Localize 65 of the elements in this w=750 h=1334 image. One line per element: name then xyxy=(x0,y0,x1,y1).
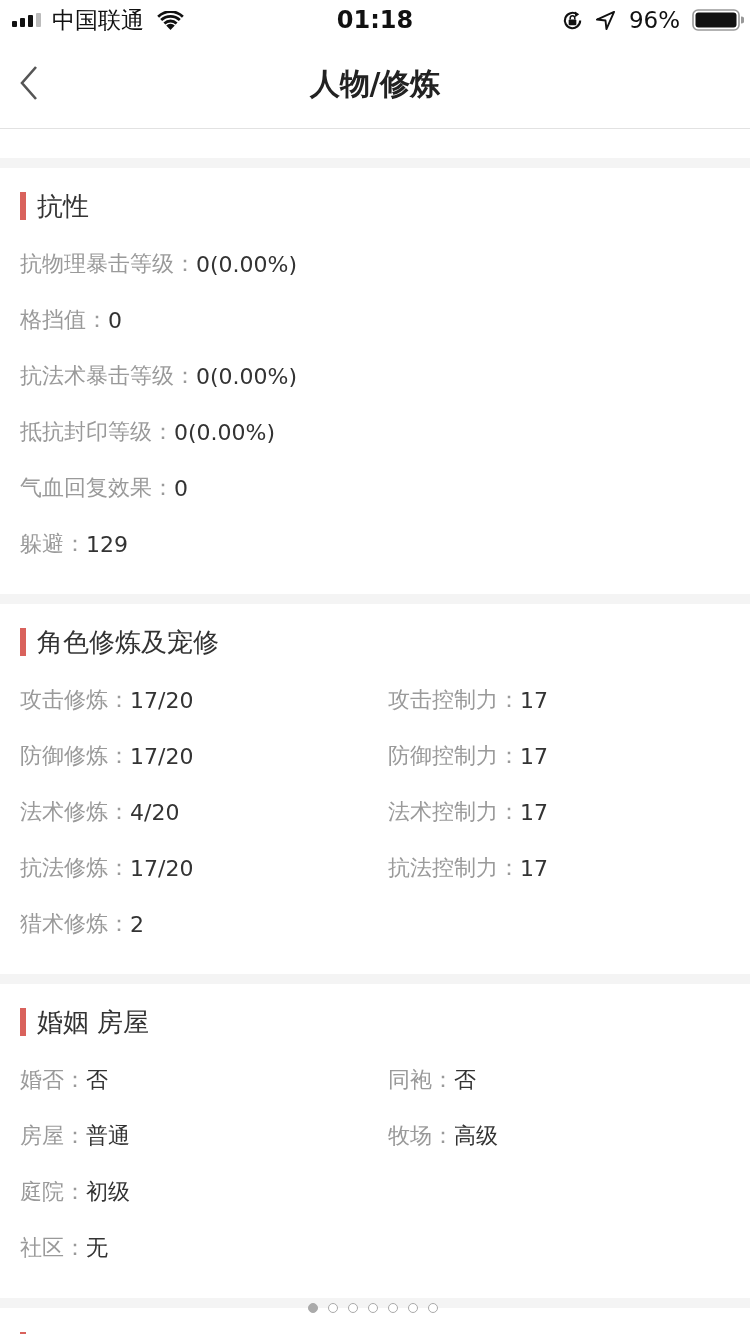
section-accent-bar xyxy=(20,1332,26,1334)
field-value: 17/20 xyxy=(130,743,194,769)
field-value: 普通 xyxy=(86,1122,130,1150)
field-value: 17 xyxy=(520,687,548,713)
field-value: 17 xyxy=(520,799,548,825)
field-value: 4/20 xyxy=(130,799,180,825)
wifi-icon xyxy=(157,10,184,30)
section-accent-bar xyxy=(20,1008,26,1036)
field-label: 房屋： xyxy=(20,1122,86,1150)
page-indicator-dot[interactable] xyxy=(348,1303,358,1313)
field-value: 否 xyxy=(86,1066,108,1094)
field-label: 抗物理暴击等级： xyxy=(20,250,196,278)
field-value: 2 xyxy=(130,911,144,937)
field-label: 法术修炼： xyxy=(20,798,130,826)
page-indicator-dot[interactable] xyxy=(308,1303,318,1313)
section-title: 角色修炼及宠修 xyxy=(37,625,219,659)
section-title: 婚姻 房屋 xyxy=(37,1005,150,1039)
field-label: 防御控制力： xyxy=(388,742,520,770)
field-value: 0(0.00%) xyxy=(196,251,298,277)
field-label: 牧场： xyxy=(388,1122,454,1150)
field-value: 初级 xyxy=(86,1178,130,1206)
field-value: 否 xyxy=(454,1066,476,1094)
carrier-name: 中国联通 xyxy=(52,5,144,35)
signal-icon xyxy=(12,13,42,27)
section-title: 抗性 xyxy=(37,189,89,223)
battery-percent: 96% xyxy=(628,7,680,33)
field-value: 17/20 xyxy=(130,687,194,713)
field-value: 17 xyxy=(520,743,548,769)
field-value: 17/20 xyxy=(130,855,194,881)
field-value: 高级 xyxy=(454,1122,498,1150)
field-label: 婚否： xyxy=(20,1066,86,1094)
field-label: 抗法术暴击等级： xyxy=(20,362,196,390)
location-arrow-icon xyxy=(595,10,615,30)
page-indicator-dot[interactable] xyxy=(428,1303,438,1313)
battery-icon xyxy=(692,9,744,31)
field-label: 攻击控制力： xyxy=(388,686,520,714)
field-value: 0 xyxy=(174,475,188,501)
field-label: 抗法控制力： xyxy=(388,854,520,882)
field-value: 无 xyxy=(86,1234,108,1262)
field-value: 0(0.00%) xyxy=(174,419,276,445)
field-label: 气血回复效果： xyxy=(20,474,174,502)
field-label: 庭院： xyxy=(20,1178,86,1206)
field-label: 社区： xyxy=(20,1234,86,1262)
page-indicator-dot[interactable] xyxy=(328,1303,338,1313)
field-label: 躲避： xyxy=(20,530,86,558)
field-label: 猎术修炼： xyxy=(20,910,130,938)
field-label: 格挡值： xyxy=(20,306,108,334)
page-indicator-dot[interactable] xyxy=(388,1303,398,1313)
field-label: 抗法修炼： xyxy=(20,854,130,882)
field-label: 同袍： xyxy=(388,1066,454,1094)
page-indicator-dot[interactable] xyxy=(408,1303,418,1313)
field-value: 0 xyxy=(108,307,122,333)
page-indicator-dot[interactable] xyxy=(368,1303,378,1313)
field-label: 防御修炼： xyxy=(20,742,130,770)
section-accent-bar xyxy=(20,628,26,656)
chevron-left-icon xyxy=(20,66,38,100)
section-accent-bar xyxy=(20,192,26,220)
field-label: 法术控制力： xyxy=(388,798,520,826)
field-value: 17 xyxy=(520,855,548,881)
field-label: 攻击修炼： xyxy=(20,686,130,714)
field-value: 0(0.00%) xyxy=(196,363,298,389)
field-value: 129 xyxy=(86,531,128,557)
clock-time: 01:18 xyxy=(336,6,414,34)
page-title: 人物/修炼 xyxy=(309,64,441,103)
field-label: 抵抗封印等级： xyxy=(20,418,174,446)
